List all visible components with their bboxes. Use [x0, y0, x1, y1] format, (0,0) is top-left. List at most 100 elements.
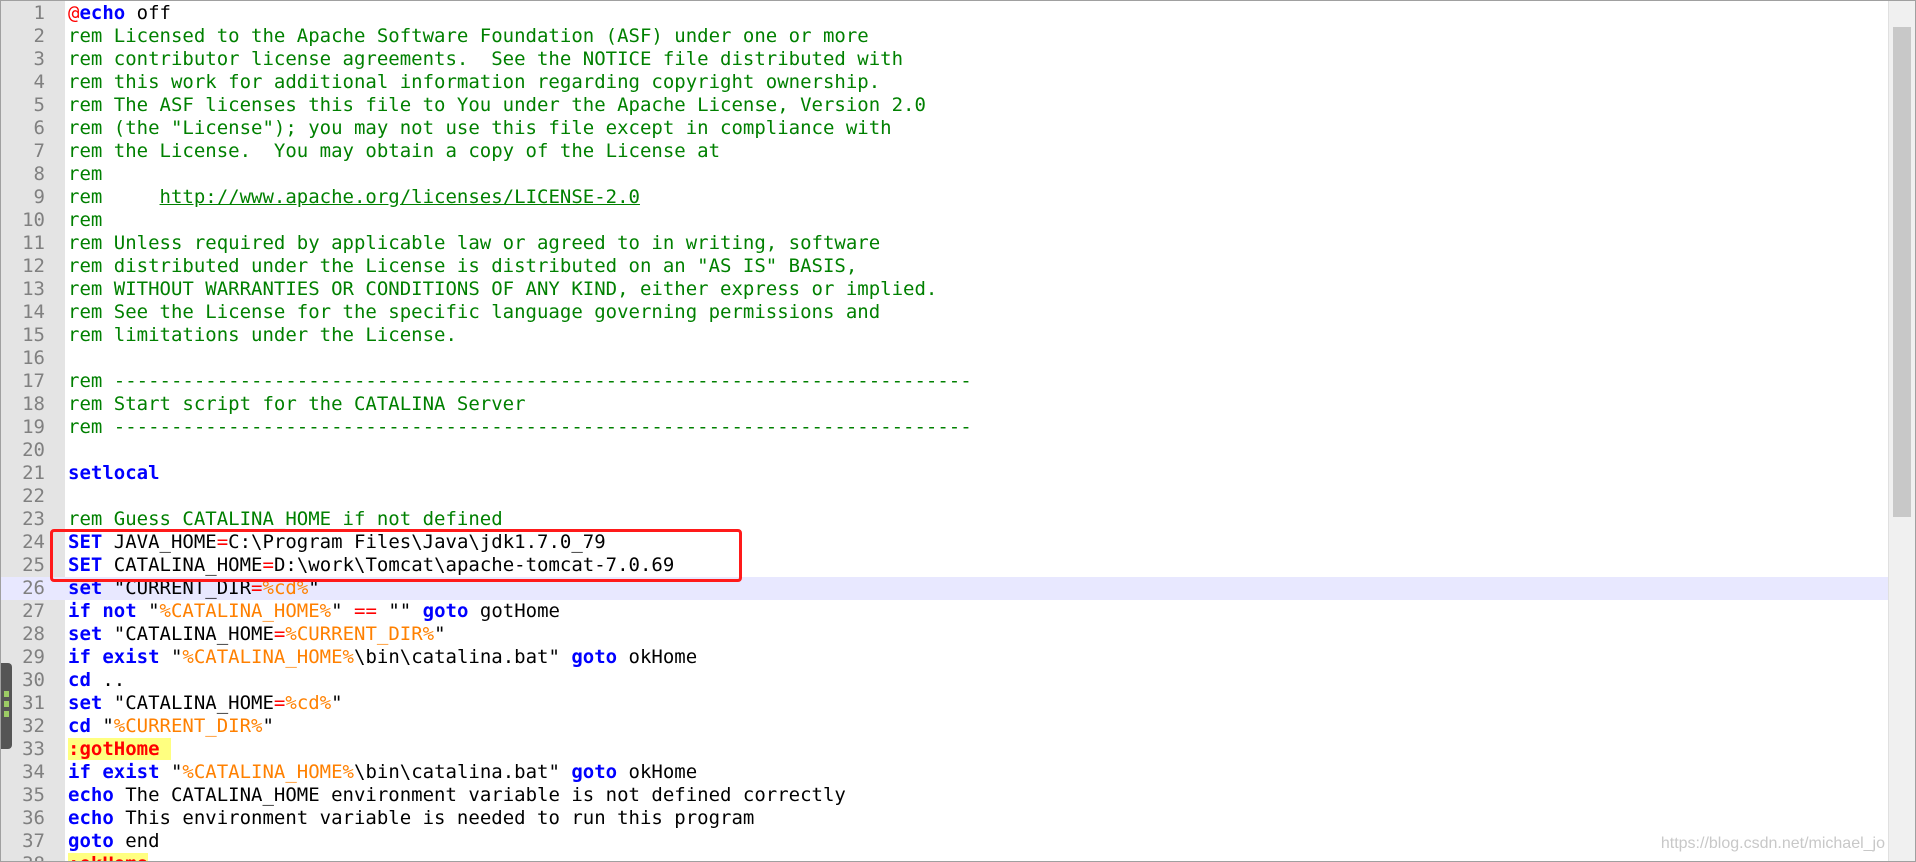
code-token-kw: if not — [68, 600, 137, 622]
line-code[interactable]: echo This environment variable is needed… — [68, 807, 1891, 830]
line-code[interactable]: echo The CATALINA_HOME environment varia… — [68, 784, 1891, 807]
code-line[interactable]: 32 cd "%CURRENT_DIR%" — [1, 715, 1891, 738]
code-token-comment: rem — [68, 163, 103, 185]
line-code[interactable]: :gotHome — [68, 738, 1891, 761]
code-lines[interactable]: 1 @echo off 2 rem Licensed to the Apache So… — [1, 2, 1891, 861]
code-line[interactable]: 6 rem (the "License"); you may not use th… — [1, 117, 1891, 140]
code-line[interactable]: 24 SET JAVA_HOME=C:\Program Files\Java\jd… — [1, 531, 1891, 554]
line-code[interactable]: rem WITHOUT WARRANTIES OR CONDITIONS OF … — [68, 278, 1891, 301]
line-code[interactable]: rem — [68, 163, 1891, 186]
line-code[interactable]: @echo off — [68, 2, 1891, 25]
code-line[interactable]: 34 if exist "%CATALINA_HOME%\bin\catalina… — [1, 761, 1891, 784]
code-line[interactable]: 22 — [1, 485, 1891, 508]
line-code[interactable]: rem The ASF licenses this file to You un… — [68, 94, 1891, 117]
code-line[interactable]: 4 rem this work for additional informatio… — [1, 71, 1891, 94]
line-code[interactable]: rem ------------------------------------… — [68, 416, 1891, 439]
code-token-kw: SET — [68, 554, 103, 576]
code-line[interactable]: 5 rem The ASF licenses this file to You u… — [1, 94, 1891, 117]
code-line[interactable]: 33:gotHome — [1, 738, 1891, 761]
code-token-text: " — [90, 715, 114, 737]
code-token-kw: goto — [571, 761, 618, 783]
code-token-comment: rem — [68, 209, 103, 231]
line-code[interactable]: rem ------------------------------------… — [68, 370, 1891, 393]
code-token-kw: goto — [571, 646, 618, 668]
scrollbar-thumb[interactable] — [1893, 27, 1911, 517]
code-line[interactable]: 36 echo This environment variable is need… — [1, 807, 1891, 830]
line-code[interactable]: rem limitations under the License. — [68, 324, 1891, 347]
line-code[interactable]: if exist "%CATALINA_HOME%\bin\catalina.b… — [68, 646, 1891, 669]
line-code[interactable]: cd .. — [68, 669, 1891, 692]
line-code[interactable]: rem Unless required by applicable law or… — [68, 232, 1891, 255]
code-line[interactable]: 17 rem ----------------------------------… — [1, 370, 1891, 393]
line-number: 12 — [22, 255, 45, 277]
code-line[interactable]: 38:okHome — [1, 853, 1891, 861]
code-line[interactable]: 25 SET CATALINA_HOME=D:\work\Tomcat\apach… — [1, 554, 1891, 577]
code-line[interactable]: 14 rem See the License for the specific l… — [1, 301, 1891, 324]
code-line[interactable]: 21 setlocal — [1, 462, 1891, 485]
line-code[interactable]: rem distributed under the License is dis… — [68, 255, 1891, 278]
code-line[interactable]: 13 rem WITHOUT WARRANTIES OR CONDITIONS O… — [1, 278, 1891, 301]
line-number: 20 — [22, 439, 45, 461]
line-code[interactable]: rem See the License for the specific lan… — [68, 301, 1891, 324]
line-number: 10 — [22, 209, 45, 231]
code-line[interactable]: 37 goto end — [1, 830, 1891, 853]
line-code[interactable]: setlocal — [68, 462, 1891, 485]
code-line[interactable]: 20 — [1, 439, 1891, 462]
line-code[interactable] — [68, 485, 1891, 508]
line-code[interactable]: rem contributor license agreements. See … — [68, 48, 1891, 71]
code-line[interactable]: 7 rem the License. You may obtain a copy … — [1, 140, 1891, 163]
line-number: 24 — [22, 531, 45, 553]
code-line[interactable]: 31 set "CATALINA_HOME=%cd%" — [1, 692, 1891, 715]
line-code[interactable]: set "CATALINA_HOME=%CURRENT_DIR%" — [68, 623, 1891, 646]
line-code[interactable]: set "CATALINA_HOME=%cd%" — [68, 692, 1891, 715]
line-code[interactable]: rem this work for additional information… — [68, 71, 1891, 94]
code-line[interactable]: 11 rem Unless required by applicable law … — [1, 232, 1891, 255]
vertical-scrollbar[interactable] — [1888, 1, 1915, 861]
line-number: 23 — [22, 508, 45, 530]
code-editor[interactable]: 1 @echo off 2 rem Licensed to the Apache So… — [0, 0, 1916, 862]
code-line[interactable]: 19 rem ----------------------------------… — [1, 416, 1891, 439]
code-line[interactable]: 15 rem limitations under the License. — [1, 324, 1891, 347]
code-line[interactable]: 3 rem contributor license agreements. See… — [1, 48, 1891, 71]
code-line[interactable]: 23 rem Guess CATALINA_HOME if not defined — [1, 508, 1891, 531]
line-code[interactable] — [68, 439, 1891, 462]
code-token-text: " — [331, 692, 343, 714]
code-line[interactable]: 26 set "CURRENT_DIR=%cd%" — [1, 577, 1891, 600]
side-handle-icon[interactable] — [1, 663, 12, 749]
code-line[interactable]: 28 set "CATALINA_HOME=%CURRENT_DIR%" — [1, 623, 1891, 646]
code-line[interactable]: 27 if not "%CATALINA_HOME%" == "" goto go… — [1, 600, 1891, 623]
line-code[interactable]: :okHome — [68, 853, 1891, 861]
line-code[interactable]: rem http://www.apache.org/licenses/LICEN… — [68, 186, 1891, 209]
line-code[interactable]: rem (the "License"); you may not use thi… — [68, 117, 1891, 140]
line-code[interactable]: set "CURRENT_DIR=%cd%" — [68, 577, 1891, 600]
line-code[interactable]: rem Guess CATALINA_HOME if not defined — [68, 508, 1891, 531]
code-line[interactable]: 30 cd .. — [1, 669, 1891, 692]
code-line[interactable]: 10 rem — [1, 209, 1891, 232]
code-line[interactable]: 12 rem distributed under the License is d… — [1, 255, 1891, 278]
code-token-comment: rem WITHOUT WARRANTIES OR CONDITIONS OF … — [68, 278, 938, 300]
line-code[interactable]: rem Licensed to the Apache Software Foun… — [68, 25, 1891, 48]
code-token-link[interactable]: http://www.apache.org/licenses/LICENSE-2… — [160, 186, 640, 208]
code-line[interactable]: 1 @echo off — [1, 2, 1891, 25]
code-line[interactable]: 2 rem Licensed to the Apache Software Fou… — [1, 25, 1891, 48]
line-code[interactable]: rem — [68, 209, 1891, 232]
line-code[interactable]: rem the License. You may obtain a copy o… — [68, 140, 1891, 163]
code-line[interactable]: 35 echo The CATALINA_HOME environment var… — [1, 784, 1891, 807]
code-line[interactable]: 8 rem — [1, 163, 1891, 186]
line-code[interactable]: rem Start script for the CATALINA Server — [68, 393, 1891, 416]
line-code[interactable]: if not "%CATALINA_HOME%" == "" goto gotH… — [68, 600, 1891, 623]
code-line[interactable]: 9 rem http://www.apache.org/licenses/LICE… — [1, 186, 1891, 209]
code-line[interactable]: 18 rem Start script for the CATALINA Serv… — [1, 393, 1891, 416]
line-code[interactable]: SET JAVA_HOME=C:\Program Files\Java\jdk1… — [68, 531, 1891, 554]
line-code[interactable] — [68, 347, 1891, 370]
line-code[interactable]: cd "%CURRENT_DIR%" — [68, 715, 1891, 738]
watermark: https://blog.csdn.net/michael_jo — [1660, 835, 1885, 852]
line-code[interactable]: goto end — [68, 830, 1891, 853]
code-token-text: The CATALINA_HOME environment variable i… — [113, 784, 846, 806]
line-code[interactable]: SET CATALINA_HOME=D:\work\Tomcat\apache-… — [68, 554, 1891, 577]
code-line[interactable]: 29 if exist "%CATALINA_HOME%\bin\catalina… — [1, 646, 1891, 669]
line-number: 37 — [22, 830, 45, 852]
line-code[interactable]: if exist "%CATALINA_HOME%\bin\catalina.b… — [68, 761, 1891, 784]
code-token-comment: rem See the License for the specific lan… — [68, 301, 881, 323]
code-line[interactable]: 16 — [1, 347, 1891, 370]
